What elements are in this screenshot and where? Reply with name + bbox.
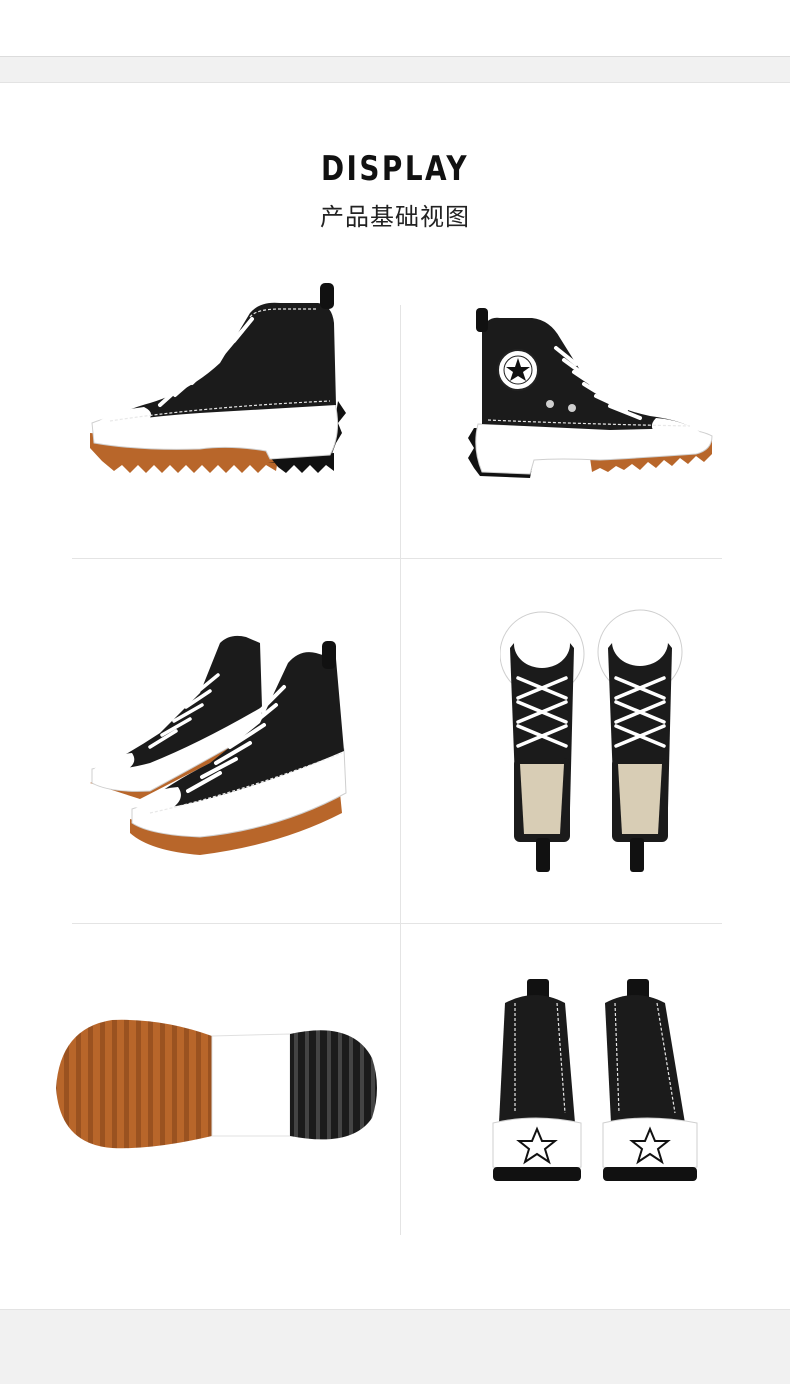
grid-divider-vertical [400,305,401,1235]
bottom-strip [0,1310,790,1384]
shoe-pair-back-icon [485,973,705,1193]
top-strip [0,0,790,57]
shoe-side-right-icon [80,283,360,503]
shoe-side-left-icon [460,308,720,508]
grid-divider-horizontal-2 [72,923,722,924]
section-subtitle: 产品基础视图 [320,203,470,231]
grid-divider-horizontal-1 [72,558,722,559]
shoe-pair-angle-icon [80,623,360,863]
shoe-pair-top-icon [500,608,685,878]
shoe-outsole-icon [52,1008,382,1158]
display-section: DISPLAY 产品基础视图 [0,82,790,1310]
section-title: DISPLAY [320,149,470,189]
